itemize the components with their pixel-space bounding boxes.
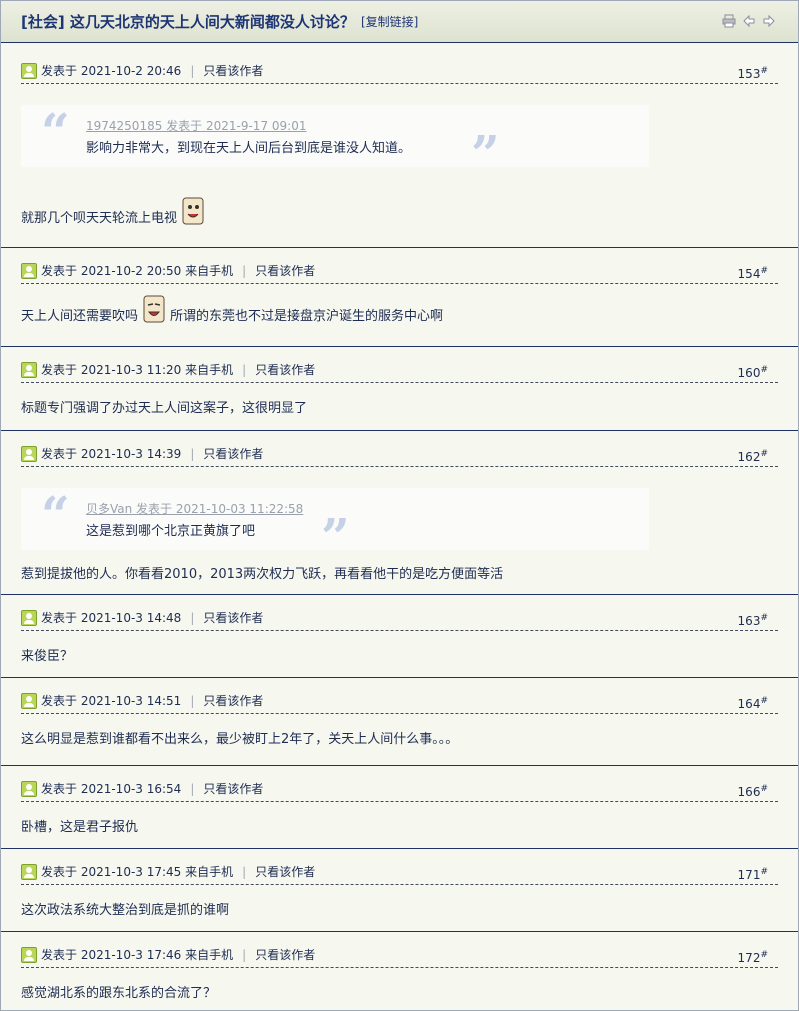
post-body: 这次政法系统大整治到底是抓的谁啊 [21,903,230,918]
floor-number[interactable]: 171# [738,867,768,882]
floor-number[interactable]: 160# [738,365,768,380]
user-icon[interactable] [21,361,37,378]
post-body: 天上人间还需要吹吗 所谓的东莞也不过是接盘京沪诞生的服务中心啊 [21,294,443,324]
floor-number[interactable]: 163# [738,613,768,628]
post-date: 发表于 2021-10-2 20:46 [41,64,182,78]
only-author-link[interactable]: 只看该作者 [255,361,315,378]
close-quote-icon: ” [321,507,350,566]
thread-title: [社会] 这几天北京的天上人间大新闻都没人讨论？ [21,13,355,31]
post-meta: 发表于 2021-10-3 17:45 来自手机 | 只看该作者 171# [21,859,778,885]
floor-number[interactable]: 172# [738,950,768,965]
post-meta: 发表于 2021-10-2 20:46 | 只看该作者 153# [21,58,778,84]
floor-number[interactable]: 154# [738,266,768,281]
only-author-link[interactable]: 只看该作者 [203,692,263,709]
user-icon[interactable] [21,692,37,709]
only-author-link[interactable]: 只看该作者 [203,62,263,79]
user-icon[interactable] [21,946,37,963]
separator: | [242,947,247,962]
separator: | [190,693,195,708]
post-date: 发表于 2021-10-3 11:20 来自手机 [41,363,234,377]
post-172: 发表于 2021-10-3 17:46 来自手机 | 只看该作者 172# 感觉… [1,932,798,1011]
smiley-icon [181,196,205,226]
post-body: 标题专门强调了办过天上人间这案子，这很明显了 [21,401,308,416]
only-author-link[interactable]: 只看该作者 [203,445,263,462]
thread-header: [社会] 这几天北京的天上人间大新闻都没人讨论？ [复制链接] [1,1,798,43]
only-author-link[interactable]: 只看该作者 [255,863,315,880]
header-tools [722,14,776,28]
post-meta: 发表于 2021-10-3 16:54 | 只看该作者 166# [21,776,778,802]
post-171: 发表于 2021-10-3 17:45 来自手机 | 只看该作者 171# 这次… [1,849,798,932]
post-166: 发表于 2021-10-3 16:54 | 只看该作者 166# 卧槽，这是君子… [1,766,798,849]
only-author-link[interactable]: 只看该作者 [255,946,315,963]
quote-block: “ 贝多Van 发表于 2021-10-03 11:22:58 这是惹到哪个北京… [21,485,649,562]
post-meta: 发表于 2021-10-3 17:46 来自手机 | 只看该作者 172# [21,942,778,968]
post-164: 发表于 2021-10-3 14:51 | 只看该作者 164# 这么明显是惹到… [1,678,798,766]
separator: | [190,781,195,796]
thread-view: [社会] 这几天北京的天上人间大新闻都没人讨论？ [复制链接] 发表于 2021… [0,0,799,1011]
floor-number[interactable]: 162# [738,449,768,464]
separator: | [242,864,247,879]
post-154: 发表于 2021-10-2 20:50 来自手机 | 只看该作者 154# 天上… [1,248,798,347]
post-text: 天上人间还需要吹吗 [21,309,139,324]
post-date: 发表于 2021-10-3 17:45 来自手机 [41,865,234,879]
quote-text: 这是惹到哪个北京正黄旗了吧 [86,524,256,539]
post-text-continued: 所谓的东莞也不过是接盘京沪诞生的服务中心啊 [170,309,444,324]
post-meta: 发表于 2021-10-3 14:48 | 只看该作者 163# [21,605,778,631]
separator: | [190,63,195,78]
only-author-link[interactable]: 只看该作者 [255,262,315,279]
user-icon[interactable] [21,609,37,626]
user-icon[interactable] [21,445,37,462]
quote-block: “ 1974250185 发表于 2021-9-17 09:01 影响力非常大，… [21,102,649,179]
post-meta: 发表于 2021-10-3 14:51 | 只看该作者 164# [21,688,778,714]
previous-thread-icon[interactable] [742,14,756,28]
quote-source[interactable]: 1974250185 发表于 2021-9-17 09:01 [86,117,306,134]
smiley-icon [142,294,166,324]
close-quote-icon: ” [471,124,500,183]
post-body: 感觉湖北系的跟东北系的合流了？ [21,986,217,1001]
user-icon[interactable] [21,780,37,797]
post-body: 惹到提拔他的人。你看看2010，2013两次权力飞跃，再看看他干的是吃方便面等活 [21,567,504,582]
user-icon[interactable] [21,62,37,79]
post-date: 发表于 2021-10-3 14:39 [41,447,182,461]
post-body: 卧槽，这是君子报仇 [21,820,139,835]
user-icon[interactable] [21,863,37,880]
separator: | [190,446,195,461]
floor-number[interactable]: 153# [738,66,768,81]
copy-link-button[interactable]: [复制链接] [361,13,418,30]
post-text: 就那几个呗天天轮流上电视 [21,211,178,226]
post-153: 发表于 2021-10-2 20:46 | 只看该作者 153# “ 19742… [1,44,798,248]
post-160: 发表于 2021-10-3 11:20 来自手机 | 只看该作者 160# 标题… [1,347,798,431]
open-quote-icon: “ [41,485,70,544]
floor-number[interactable]: 166# [738,784,768,799]
next-thread-icon[interactable] [762,14,776,28]
post-162: 发表于 2021-10-3 14:39 | 只看该作者 162# “ 贝多Van… [1,431,798,595]
open-quote-icon: “ [41,102,70,161]
post-date: 发表于 2021-10-3 14:51 [41,694,182,708]
post-meta: 发表于 2021-10-3 11:20 来自手机 | 只看该作者 160# [21,357,778,383]
post-date: 发表于 2021-10-3 17:46 来自手机 [41,948,234,962]
post-date: 发表于 2021-10-2 20:50 来自手机 [41,264,234,278]
post-body: 来俊臣？ [21,649,74,664]
post-meta: 发表于 2021-10-2 20:50 来自手机 | 只看该作者 154# [21,258,778,284]
separator: | [190,610,195,625]
separator: | [242,362,247,377]
post-body: 就那几个呗天天轮流上电视 [21,196,209,226]
quote-text: 影响力非常大，到现在天上人间后台到底是谁没人知道。 [86,141,412,156]
floor-number[interactable]: 164# [738,696,768,711]
post-meta: 发表于 2021-10-3 14:39 | 只看该作者 162# [21,441,778,467]
printer-icon[interactable] [722,14,736,28]
post-163: 发表于 2021-10-3 14:48 | 只看该作者 163# 来俊臣？ [1,595,798,678]
only-author-link[interactable]: 只看该作者 [203,609,263,626]
user-icon[interactable] [21,262,37,279]
only-author-link[interactable]: 只看该作者 [203,780,263,797]
post-date: 发表于 2021-10-3 16:54 [41,782,182,796]
separator: | [242,263,247,278]
post-body: 这么明显是惹到谁都看不出来么，最少被盯上2年了，关天上人间什么事。。。 [21,732,459,747]
post-date: 发表于 2021-10-3 14:48 [41,611,182,625]
quote-source[interactable]: 贝多Van 发表于 2021-10-03 11:22:58 [86,500,303,517]
